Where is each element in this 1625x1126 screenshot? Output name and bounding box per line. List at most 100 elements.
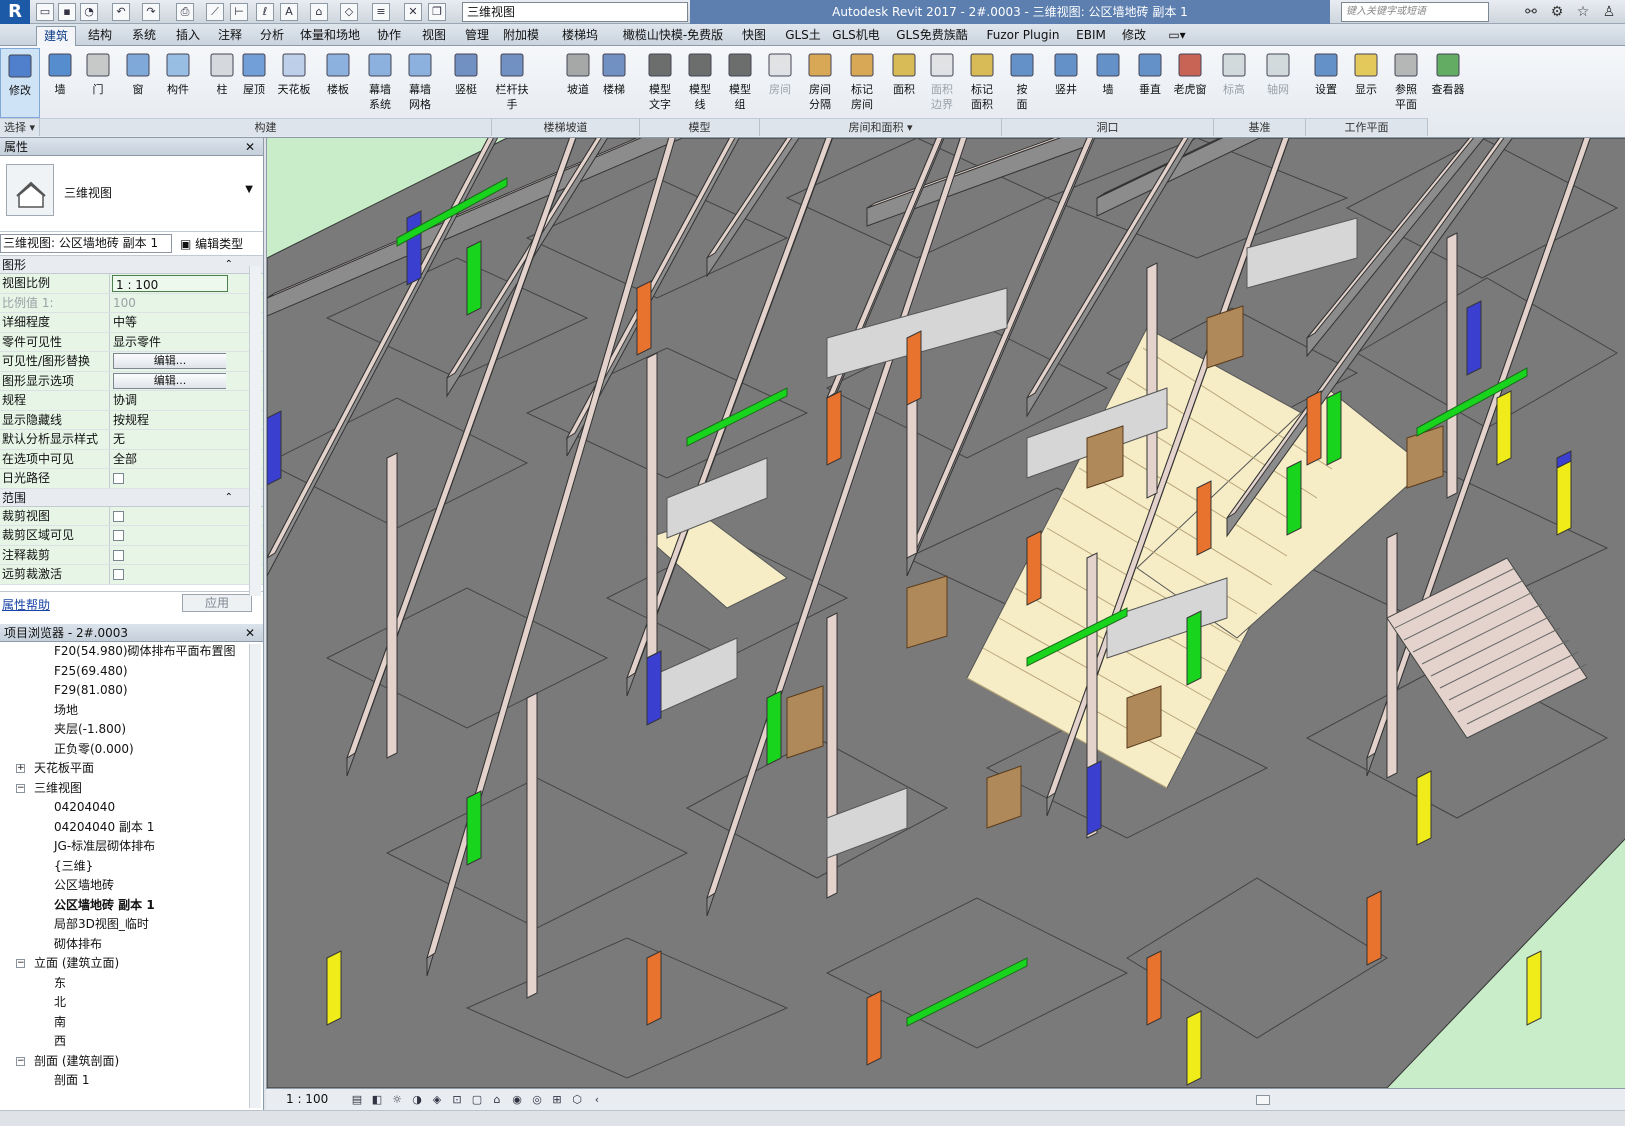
property-value[interactable]: 协调 [110, 391, 226, 410]
tab-0[interactable]: 建筑 [36, 26, 76, 46]
property-row[interactable]: 视图比例 1 : 100 [0, 274, 263, 294]
browser-item[interactable]: 砌体排布 [0, 935, 263, 955]
ribbon-button-6[interactable]: 屋顶 [234, 48, 274, 118]
view-scale[interactable]: 1 : 100 [286, 1092, 328, 1106]
property-value[interactable] [110, 526, 226, 545]
ribbon-button-4[interactable]: 构件 [158, 48, 198, 118]
ribbon-button-24[interactable]: 按 面 [1002, 48, 1042, 118]
ribbon-button-33[interactable]: 参照 平面 [1386, 48, 1426, 118]
browser-item[interactable]: {三维} [0, 857, 263, 877]
tab-9[interactable]: 管理 [458, 26, 496, 46]
collapse-icon[interactable]: ⌃ [225, 489, 233, 507]
property-value[interactable]: 100 [110, 294, 226, 313]
analysis-icon[interactable]: ⬡ [570, 1093, 584, 1107]
property-value[interactable] [110, 565, 226, 584]
ribbon-button-25[interactable]: 竖井 [1046, 48, 1086, 118]
ribbon-button-1[interactable]: 墙 [40, 48, 80, 118]
visual-style-icon[interactable]: ◧ [370, 1093, 384, 1107]
ribbon-button-23[interactable]: 标记 面积 [962, 48, 1002, 118]
collapse-icon[interactable]: − [16, 1056, 25, 1066]
redo-icon[interactable]: ↷ [142, 3, 160, 21]
tab-7[interactable]: 协作 [368, 26, 410, 46]
browser-item[interactable]: + 天花板平面 [0, 759, 263, 779]
browser-item[interactable]: F20(54.980)砌体排布平面布置图 [0, 642, 263, 662]
search-input[interactable]: 键入关键字或短语 [1341, 2, 1489, 22]
3d-viewport[interactable] [266, 138, 1625, 1088]
browser-item[interactable]: − 三维视图 [0, 779, 263, 799]
property-value[interactable]: 全部 [110, 450, 226, 469]
edit-button[interactable]: 编辑... [113, 372, 226, 389]
lock-view-icon[interactable]: ⌂ [490, 1093, 504, 1107]
ribbon-button-27[interactable]: 垂直 [1130, 48, 1170, 118]
tab-2[interactable]: 系统 [124, 26, 164, 46]
thin-lines-icon[interactable]: ≡ [372, 3, 390, 21]
tab-17[interactable]: Fuzor Plugin [980, 26, 1066, 46]
ribbon-button-11[interactable]: 竖梃 [446, 48, 486, 118]
instance-selector[interactable]: 三维视图: 公区墙地砖 副本 1 [0, 234, 172, 253]
expand-icon[interactable]: + [16, 764, 25, 773]
ribbon-button-15[interactable]: 模型 文字 [640, 48, 680, 118]
ribbon-button-9[interactable]: 幕墙 系统 [360, 48, 400, 118]
text-icon[interactable]: A [280, 3, 298, 21]
browser-item[interactable]: 东 [0, 974, 263, 994]
property-row[interactable]: 详细程度 中等 [0, 313, 263, 333]
tab-15[interactable]: GLS机电 [830, 26, 882, 46]
ribbon-button-32[interactable]: 显示 [1346, 48, 1386, 118]
browser-item[interactable]: 局部3D视图_临时 [0, 915, 263, 935]
browser-item[interactable]: 04204040 [0, 798, 263, 818]
property-row[interactable]: 比例值 1: 100 [0, 293, 263, 313]
tab-16[interactable]: GLS免费族酷 [888, 26, 976, 46]
section-extents[interactable]: 范围 ⌃ [0, 488, 263, 507]
apply-button[interactable]: 应用 [182, 593, 252, 612]
ribbon-button-3[interactable]: 窗 [118, 48, 158, 118]
checkbox[interactable] [113, 510, 124, 522]
section-graphics[interactable]: 图形 ⌃ [0, 256, 263, 274]
browser-item[interactable]: 南 [0, 1013, 263, 1033]
undo-icon[interactable]: ↶ [112, 3, 130, 21]
property-value[interactable]: 1 : 100 [112, 275, 228, 292]
measure-icon[interactable]: ⟋ [206, 3, 224, 21]
3d-view-icon[interactable]: ⌂ [310, 3, 328, 21]
property-row[interactable]: 在选项中可见 全部 [0, 449, 263, 469]
view-selector[interactable]: 三维视图 [462, 2, 688, 22]
ribbon-button-12[interactable]: 栏杆扶手 [492, 48, 532, 118]
ribbon-minimize-icon[interactable]: ▭▾ [1162, 26, 1192, 46]
ribbon-button-20[interactable]: 标记 房间 [842, 48, 882, 118]
save-icon[interactable]: ▪ [58, 3, 76, 21]
revit-logo-icon[interactable]: R [0, 0, 30, 24]
reveal-hidden-icon[interactable]: ◎ [530, 1093, 544, 1107]
checkbox[interactable] [113, 473, 124, 484]
ribbon-button-22[interactable]: 面积 边界 [922, 48, 962, 118]
temp-hide-icon[interactable]: ◉ [510, 1093, 524, 1107]
render-icon[interactable]: ◈ [430, 1093, 444, 1107]
property-row[interactable]: 裁剪区域可见 [0, 526, 263, 546]
tab-12[interactable]: 橄榄山快模-免费版 [618, 26, 728, 46]
ribbon-button-34[interactable]: 查看器 [1428, 48, 1468, 118]
section-icon[interactable]: ◇ [340, 3, 358, 21]
ribbon-group-4[interactable]: 房间和面积 ▾ [760, 118, 1002, 136]
browser-item[interactable]: JG-标准层砌体排布 [0, 837, 263, 857]
checkbox[interactable] [113, 549, 124, 561]
open-icon[interactable]: ▭ [36, 3, 54, 21]
shadows-icon[interactable]: ◑ [410, 1093, 424, 1107]
ribbon-button-8[interactable]: 楼板 [318, 48, 358, 118]
browser-item[interactable]: F25(69.480) [0, 662, 263, 682]
sync-icon[interactable]: ◔ [80, 3, 98, 21]
properties-help-link[interactable]: 属性帮助 [2, 596, 50, 613]
horizontal-scroll-thumb[interactable] [1256, 1095, 1270, 1105]
property-row[interactable]: 注释裁剪 [0, 545, 263, 565]
property-row[interactable]: 零件可见性 显示零件 [0, 332, 263, 352]
building-model[interactable] [267, 138, 1625, 1088]
ribbon-button-30[interactable]: 轴网 [1258, 48, 1298, 118]
close-icon[interactable]: ✕ [245, 138, 255, 156]
property-row[interactable]: 裁剪视图 [0, 506, 263, 526]
property-value[interactable] [110, 469, 226, 488]
browser-item[interactable]: 北 [0, 993, 263, 1013]
dimension-icon[interactable]: ⊢ [230, 3, 248, 21]
close-hidden-icon[interactable]: ✕ [404, 3, 422, 21]
collapse-icon[interactable]: ⌃ [225, 256, 233, 274]
tag-icon[interactable]: ℓ [256, 3, 274, 21]
property-row[interactable]: 远剪裁激活 [0, 565, 263, 585]
star-icon[interactable]: ☆ [1574, 3, 1592, 21]
close-icon[interactable]: ✕ [245, 624, 255, 642]
